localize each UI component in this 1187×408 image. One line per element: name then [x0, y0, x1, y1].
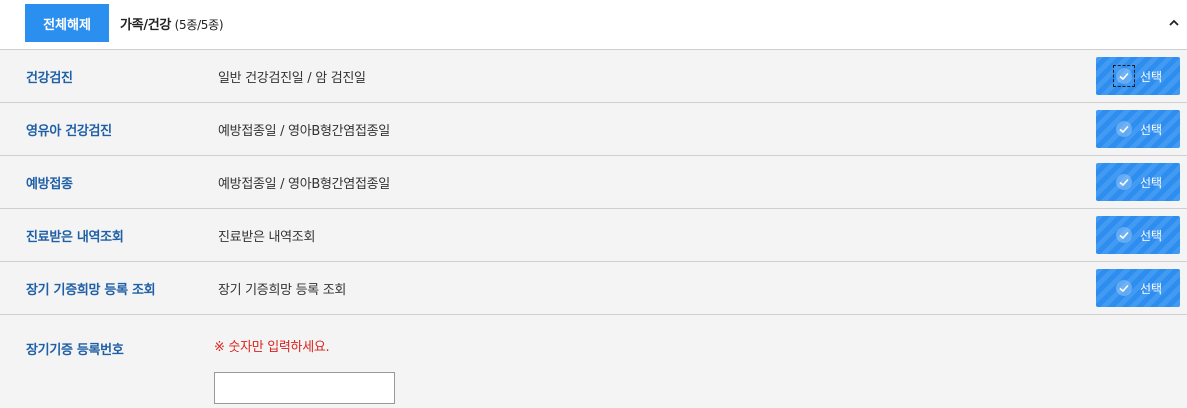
select-button-label: 선택	[1140, 123, 1163, 137]
list-item: 장기 기증희망 등록 조회 장기 기증희망 등록 조회 선택	[0, 262, 1187, 315]
list-item: 예방접종 예방접종일 / 영아B형간염접종일 선택	[0, 156, 1187, 209]
select-button[interactable]: 선택	[1096, 110, 1180, 148]
row-description: 일반 건강검진일 / 암 검진일	[218, 71, 366, 86]
registration-number-input[interactable]	[214, 372, 395, 404]
list-item: 영유아 건강검진 예방접종일 / 영아B형간염접종일 선택	[0, 103, 1187, 156]
row-description: 예방접종일 / 영아B형간염접종일	[218, 177, 390, 192]
permission-list: 건강검진 일반 건강검진일 / 암 검진일 선택 영유아 건강검진 예방접종일 …	[0, 50, 1187, 408]
category-title: 가족/건강 (5종/5종)	[120, 14, 224, 33]
select-button-label: 선택	[1140, 70, 1163, 84]
row-label: 예방접종	[26, 177, 73, 192]
clear-all-button[interactable]: 전체해제	[25, 4, 109, 42]
chevron-up-icon[interactable]	[1167, 16, 1181, 30]
row-label: 진료받은 내역조회	[26, 230, 124, 245]
check-circle-icon	[1114, 225, 1134, 245]
row-description: 예방접종일 / 영아B형간염접종일	[218, 124, 390, 139]
select-button[interactable]: 선택	[1096, 163, 1180, 201]
registration-number-label: 장기기증 등록번호	[26, 343, 124, 358]
list-item: 건강검진 일반 건강검진일 / 암 검진일 선택	[0, 50, 1187, 103]
row-description: 장기 기증희망 등록 조회	[218, 283, 347, 298]
category-count: (5종/5종)	[171, 18, 224, 32]
row-label: 영유아 건강검진	[26, 124, 112, 139]
check-circle-icon	[1113, 65, 1135, 87]
select-button-label: 선택	[1140, 282, 1163, 296]
select-button-label: 선택	[1140, 229, 1163, 243]
numbers-only-notice: ※ 숫자만 입력하세요.	[214, 340, 330, 355]
check-circle-icon	[1114, 278, 1134, 298]
registration-number-row: 장기기증 등록번호 ※ 숫자만 입력하세요.	[0, 315, 1187, 408]
list-item: 진료받은 내역조회 진료받은 내역조회 선택	[0, 209, 1187, 262]
row-label: 장기 기증희망 등록 조회	[26, 283, 156, 298]
row-label: 건강검진	[26, 71, 73, 86]
select-button[interactable]: 선택	[1096, 216, 1180, 254]
check-circle-icon	[1114, 119, 1134, 139]
select-button[interactable]: 선택	[1096, 269, 1180, 307]
row-description: 진료받은 내역조회	[218, 230, 316, 245]
check-circle-icon	[1114, 172, 1134, 192]
select-button-label: 선택	[1140, 176, 1163, 190]
category-name: 가족/건강	[120, 18, 172, 33]
select-button[interactable]: 선택	[1096, 57, 1180, 95]
category-header: 전체해제 가족/건강 (5종/5종)	[0, 0, 1187, 50]
